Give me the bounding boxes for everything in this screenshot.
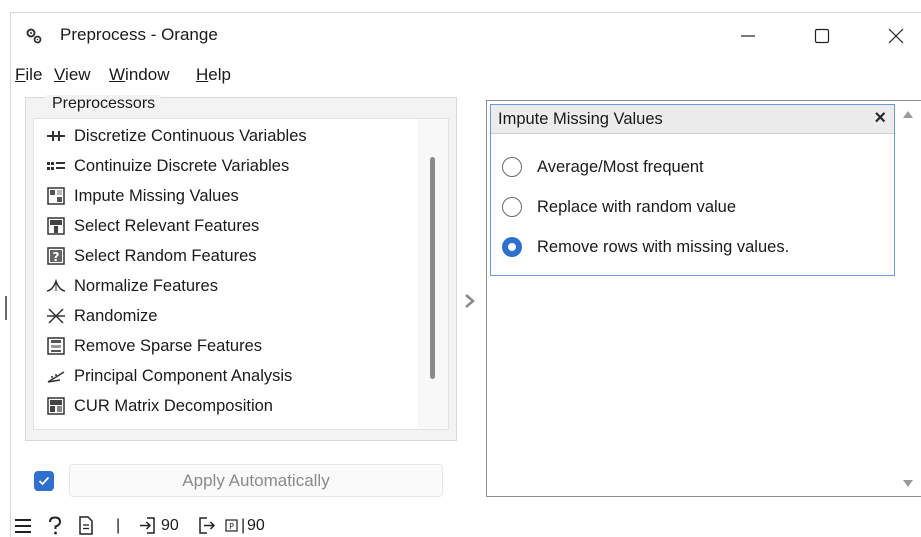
- input-count: 90: [161, 516, 179, 534]
- output-divider: |: [241, 516, 246, 534]
- window-title: Preprocess - Orange: [60, 25, 218, 44]
- status-bar: | 90 P | 90: [11, 513, 471, 537]
- preprocessors-title: Preprocessors: [46, 95, 162, 113]
- scroll-down-icon[interactable]: [903, 480, 913, 487]
- list-item-label: Discretize Continuous Variables: [74, 126, 307, 145]
- input-icon: [139, 513, 156, 537]
- list-item-label: Normalize Features: [74, 276, 218, 295]
- list-item-normalize[interactable]: Normalize Features: [34, 271, 424, 301]
- svg-text:?: ?: [53, 250, 60, 264]
- radio-button[interactable]: [502, 197, 522, 217]
- cur-icon: [46, 396, 66, 416]
- radio-label: Remove rows with missing values.: [537, 237, 790, 256]
- menu-bar: File View Window Help: [11, 63, 921, 87]
- editor-header: Impute Missing Values ×: [491, 105, 894, 134]
- preprocess-window: Preprocess - Orange File View Window Hel…: [10, 12, 921, 537]
- close-button[interactable]: [866, 13, 921, 59]
- random-features-icon: ?: [46, 246, 66, 266]
- preprocessors-group: Preprocessors Discretize Continuous Vari…: [25, 95, 457, 441]
- menu-window[interactable]: Window: [109, 65, 169, 85]
- background-edge: [5, 296, 7, 320]
- menu-view[interactable]: View: [54, 65, 91, 85]
- list-item-continuize[interactable]: Continuize Discrete Variables: [34, 151, 424, 181]
- minimize-button[interactable]: [718, 13, 778, 59]
- impute-editor: Impute Missing Values × Average/Most fre…: [490, 104, 895, 276]
- help-icon[interactable]: [47, 513, 63, 537]
- list-scrollbar-thumb[interactable]: [430, 157, 435, 379]
- orange-preprocess-icon: [25, 27, 43, 45]
- normalize-icon: [46, 276, 66, 296]
- menu-file[interactable]: File: [15, 65, 42, 85]
- hamburger-menu-icon[interactable]: [14, 513, 32, 537]
- radio-button-selected[interactable]: [502, 237, 522, 257]
- list-item-label: Remove Sparse Features: [74, 336, 263, 355]
- radio-label: Average/Most frequent: [537, 157, 704, 176]
- impute-icon: [46, 186, 66, 206]
- list-item-label: Select Random Features: [74, 246, 257, 265]
- list-item-randomize[interactable]: Randomize: [34, 301, 424, 331]
- list-item-label: Select Relevant Features: [74, 216, 260, 235]
- list-item-impute[interactable]: Impute Missing Values: [34, 181, 424, 211]
- list-item-label: Continuize Discrete Variables: [74, 156, 290, 175]
- list-item-select-relevant[interactable]: Select Relevant Features: [34, 211, 424, 241]
- svg-text:P: P: [229, 522, 234, 531]
- sparse-icon: [46, 336, 66, 356]
- checkmark-icon: [38, 476, 50, 486]
- list-item-label: CUR Matrix Decomposition: [74, 396, 273, 415]
- maximize-button[interactable]: [792, 13, 852, 59]
- maximize-icon: [814, 28, 830, 44]
- radio-button[interactable]: [502, 157, 522, 177]
- list-scrollbar[interactable]: [418, 119, 448, 429]
- editor-close-icon[interactable]: ×: [874, 107, 886, 130]
- continuize-icon: [46, 156, 66, 176]
- list-item-label: Randomize: [74, 306, 158, 325]
- list-item-label: Principal Component Analysis: [74, 366, 293, 385]
- minimize-icon: [741, 35, 755, 37]
- editor-scrollbar[interactable]: [895, 101, 921, 496]
- scroll-up-icon[interactable]: [903, 111, 913, 118]
- radio-label: Replace with random value: [537, 197, 737, 216]
- list-item-label: Impute Missing Values: [74, 186, 239, 205]
- discretize-icon: [46, 126, 66, 146]
- expand-arrow-icon[interactable]: [458, 289, 482, 313]
- output-count: 90: [247, 516, 265, 534]
- title-bar: Preprocess - Orange: [11, 13, 921, 59]
- status-divider: |: [116, 516, 121, 534]
- preprocess-editor-area: Impute Missing Values × Average/Most fre…: [486, 100, 921, 497]
- menu-help[interactable]: Help: [196, 65, 231, 85]
- list-item-cur[interactable]: CUR Matrix Decomposition: [34, 391, 424, 421]
- select-features-icon: [46, 216, 66, 236]
- apply-automatically-checkbox[interactable]: [34, 471, 54, 491]
- list-item-pca[interactable]: Principal Component Analysis: [34, 361, 424, 391]
- list-item-discretize[interactable]: Discretize Continuous Variables: [34, 121, 424, 151]
- list-item-select-random[interactable]: ? Select Random Features: [34, 241, 424, 271]
- output-icon: [198, 513, 215, 537]
- editor-title: Impute Missing Values: [498, 110, 663, 128]
- randomize-icon: [46, 306, 66, 326]
- preprocessor-output-icon: P: [225, 513, 238, 537]
- list-item-remove-sparse[interactable]: Remove Sparse Features: [34, 331, 424, 361]
- preprocessors-list: Discretize Continuous Variables Continui…: [33, 118, 449, 430]
- pca-icon: [46, 366, 66, 386]
- close-icon: [888, 28, 904, 44]
- report-icon[interactable]: [78, 513, 94, 537]
- apply-automatically-button[interactable]: Apply Automatically: [69, 464, 443, 497]
